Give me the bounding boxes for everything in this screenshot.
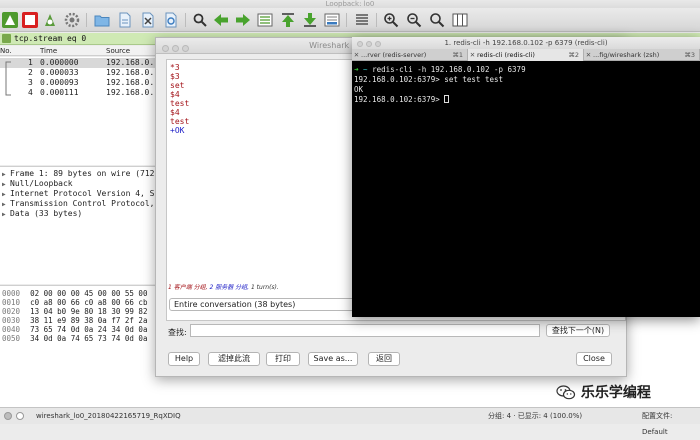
conversation-bracket-icon [5, 61, 11, 96]
last-packet-icon[interactable] [302, 12, 318, 28]
terminal-line[interactable]: 192.168.0.102:6379> [354, 95, 450, 104]
colorize-icon[interactable] [354, 12, 370, 28]
close-icon[interactable]: ✕ [352, 49, 361, 61]
tree-item[interactable]: ▶ Transmission Control Protocol, [2, 199, 155, 209]
terminal-line: ➜ ~ redis-cli -h 192.168.0.102 -p 6379 [354, 65, 526, 74]
capture-file-name: wireshark_lo0_20180422165719_RqXDIQ [36, 412, 181, 420]
close-window-icon[interactable] [357, 41, 363, 47]
window-controls [162, 42, 192, 58]
watermark: 乐乐学编程 [556, 382, 651, 402]
stream-line: test [170, 99, 190, 108]
stream-line: $3 [170, 72, 180, 81]
conversation-select[interactable]: Entire conversation (38 bytes) [169, 298, 359, 311]
find-next-button[interactable]: 查找下一个(N) [546, 324, 610, 337]
search-icon[interactable] [192, 12, 208, 28]
first-packet-icon[interactable] [280, 12, 296, 28]
bookmark-icon[interactable] [2, 34, 11, 43]
zoom-window-icon[interactable] [182, 45, 189, 52]
go-to-packet-icon[interactable] [257, 12, 273, 28]
terminal-title-bar: 1. redis-cli -h 192.168.0.102 -p 6379 (r… [352, 37, 700, 49]
profile-label[interactable]: 配置文件: Default [642, 408, 700, 440]
tree-item[interactable]: ▶ Internet Protocol Version 4, Sr [2, 189, 159, 199]
zoom-in-icon[interactable] [383, 12, 399, 28]
cursor [444, 95, 450, 103]
close-icon[interactable]: ✕ [468, 49, 477, 61]
zoom-out-icon[interactable] [406, 12, 422, 28]
hex-row: 0040 73 65 74 0d 0a 24 34 0d 0a [2, 325, 148, 334]
expert-info-icon[interactable] [4, 412, 12, 420]
terminal-window: 1. redis-cli -h 192.168.0.102 -p 6379 (r… [352, 37, 700, 317]
print-button[interactable]: 打印 [266, 352, 300, 366]
filter-out-button[interactable]: 滤掉此流 [208, 352, 260, 366]
stream-line: +OK [170, 126, 185, 135]
stop-capture-icon[interactable] [22, 12, 38, 28]
find-label: 查找: [168, 328, 187, 337]
restart-capture-icon[interactable] [42, 12, 58, 28]
reload-icon[interactable] [163, 12, 179, 28]
hex-row: 0030 38 11 e9 89 38 0a f7 2f 2a [2, 316, 148, 325]
gear-icon[interactable] [64, 12, 80, 28]
save-as-button[interactable]: Save as... [308, 352, 358, 366]
minimize-window-icon[interactable] [172, 45, 179, 52]
column-time[interactable]: Time [40, 46, 57, 56]
help-button[interactable]: Help [168, 352, 200, 366]
tree-item[interactable]: ▶ Data (33 bytes) [2, 209, 82, 219]
status-bar: wireshark_lo0_20180422165719_RqXDIQ 分组: … [0, 407, 700, 436]
column-source[interactable]: Source [106, 46, 130, 56]
tab-redis-cli[interactable]: ✕ redis-cli (redis-cli) ⌘2 [468, 49, 584, 61]
minimize-window-icon[interactable] [366, 41, 372, 47]
close-file-icon[interactable] [140, 12, 156, 28]
packet-count: 分组: 4 · 已显示: 4 (100.0%) [488, 412, 583, 420]
zoom-normal-icon[interactable] [429, 12, 445, 28]
tree-item[interactable]: ▶ Null/Loopback [2, 179, 73, 189]
tree-item[interactable]: ▶ Frame 1: 89 bytes on wire (712 [2, 169, 155, 179]
autoscroll-icon[interactable] [324, 12, 340, 28]
hex-row: 0010 c0 a8 00 66 c0 a8 00 66 cb [2, 298, 148, 307]
terminal-line: OK [354, 85, 364, 94]
filter-input[interactable]: tcp.stream eq 0 [14, 33, 86, 45]
edit-comment-icon[interactable] [16, 412, 24, 420]
terminal-title: 1. redis-cli -h 192.168.0.102 -p 6379 (r… [444, 39, 608, 47]
close-button[interactable]: Close [576, 352, 612, 366]
wechat-icon [556, 385, 576, 400]
hex-row: 0050 34 0d 0a 74 65 73 74 0d 0a [2, 334, 148, 343]
stream-summary: 1 客户端 分组, 2 服务器 分组, 1 turn(s). [168, 284, 279, 291]
file-icon[interactable] [117, 12, 133, 28]
open-folder-icon[interactable] [94, 12, 110, 28]
column-no[interactable]: No. [0, 46, 12, 56]
back-button[interactable]: 返回 [368, 352, 400, 366]
expand-arrow-icon[interactable]: ▶ [2, 210, 10, 220]
prompt-arrow-icon: ➜ [354, 65, 359, 74]
start-capture-icon[interactable] [2, 12, 18, 28]
stream-line: $4 [170, 108, 180, 117]
find-input[interactable] [190, 324, 540, 337]
hex-row: 0020 13 04 b0 9e 80 18 30 99 82 [2, 307, 148, 316]
terminal-line: 192.168.0.102:6379> set test test [354, 75, 504, 84]
hex-row: 0000 02 00 00 00 45 00 00 55 00 [2, 289, 148, 298]
close-icon[interactable]: ✕ [584, 49, 593, 61]
window-title: Loopback: lo0 [0, 0, 700, 8]
stream-line: set [170, 81, 185, 90]
stream-line: $4 [170, 90, 180, 99]
main-toolbar [0, 8, 700, 32]
zoom-window-icon[interactable] [375, 41, 381, 47]
stream-line: *3 [170, 63, 180, 72]
arrow-right-icon[interactable] [235, 12, 251, 28]
tab-redis-server[interactable]: ✕ ...rver (redis-server) ⌘1 [352, 49, 468, 61]
arrow-left-icon[interactable] [213, 12, 229, 28]
resize-columns-icon[interactable] [452, 12, 468, 28]
close-window-icon[interactable] [162, 45, 169, 52]
stream-line: test [170, 117, 190, 126]
terminal-tabs: ✕ ...rver (redis-server) ⌘1 ✕ redis-cli (re… [352, 49, 700, 61]
tab-zsh[interactable]: ✕ ...fig/wireshark (zsh) ⌘3 [584, 49, 700, 61]
